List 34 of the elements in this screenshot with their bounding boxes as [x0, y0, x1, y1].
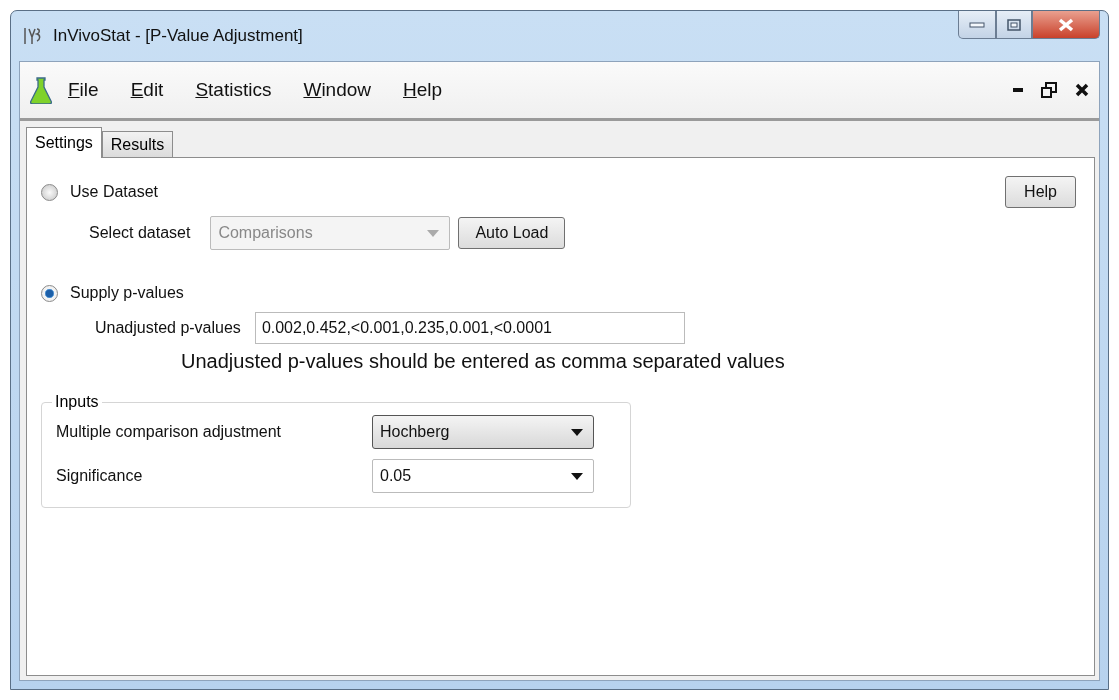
- close-icon[interactable]: [1075, 83, 1089, 97]
- radio-label: Supply p-values: [70, 284, 184, 302]
- help-button[interactable]: Help: [1005, 176, 1076, 208]
- maximize-button[interactable]: [996, 11, 1032, 39]
- radio-button[interactable]: [41, 284, 58, 302]
- menu-item[interactable]: File: [52, 79, 115, 101]
- close-button[interactable]: [1032, 11, 1100, 39]
- dropdown-arrow-icon: [571, 472, 583, 480]
- group-title: Inputs: [54, 393, 100, 411]
- menu-item[interactable]: Statistics: [179, 79, 288, 101]
- menu-item[interactable]: Edit: [114, 79, 180, 101]
- p-values-field[interactable]: 0.002,0.452,<0.001,0.235,0.001,<0.0001: [254, 312, 685, 344]
- radio-label: Use Dataset: [70, 183, 159, 201]
- field-label: Select dataset: [89, 224, 191, 242]
- tab[interactable]: Settings: [26, 127, 102, 158]
- dropdown[interactable]: 0.05: [372, 459, 594, 493]
- restore-icon[interactable]: [1041, 82, 1057, 98]
- field-label: Significance: [56, 467, 144, 485]
- maximize-icon: [1007, 18, 1021, 31]
- flask-icon: [30, 76, 52, 104]
- window-title: InVivoStat - [P-Value Adjustment]: [53, 26, 303, 46]
- menu-item[interactable]: Window: [287, 79, 388, 101]
- minimize-button[interactable]: [958, 11, 996, 39]
- dropdown-arrow-icon: [427, 229, 440, 237]
- minimize-icon: [969, 21, 985, 28]
- menu-item[interactable]: Help: [387, 79, 459, 101]
- dropdown-arrow-icon: [571, 428, 583, 436]
- tab[interactable]: Results: [101, 131, 174, 158]
- radio-button[interactable]: [41, 183, 58, 201]
- field-label: Unadjusted p-values: [95, 319, 241, 337]
- hint-text: Unadjusted p-values should be entered as comma separated values: [181, 350, 786, 373]
- close-icon: [1058, 17, 1074, 32]
- field-label: Multiple comparison adjustment: [56, 423, 282, 441]
- dropdown[interactable]: Hochberg: [372, 415, 594, 449]
